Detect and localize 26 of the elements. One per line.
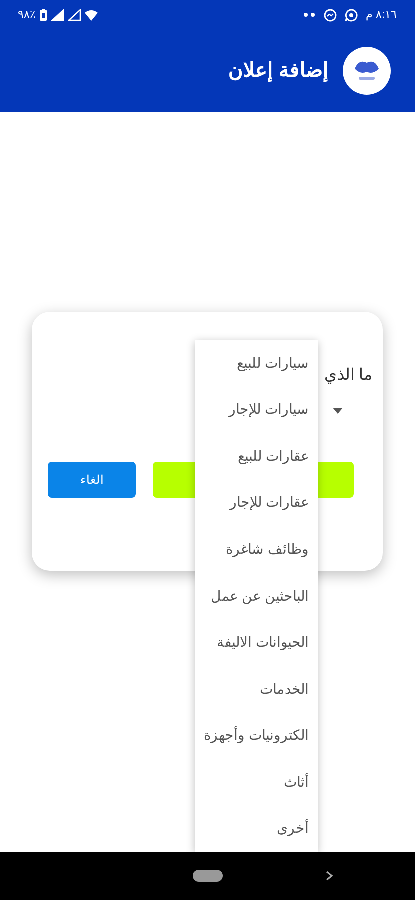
dropdown-option[interactable]: الحيوانات الاليفة bbox=[195, 619, 318, 666]
clock-time: ٨:١٦ م bbox=[366, 8, 397, 23]
wifi-icon bbox=[85, 10, 98, 20]
dropdown-option[interactable]: سيارات للإجار bbox=[195, 386, 318, 434]
chevron-right-icon[interactable] bbox=[326, 871, 333, 881]
phone-chat-icon bbox=[344, 8, 358, 22]
battery-icon bbox=[40, 9, 47, 21]
dropdown-option[interactable]: الباحثين عن عمل bbox=[195, 572, 318, 620]
dropdown-option[interactable]: وظائف شاغرة bbox=[195, 526, 318, 573]
dropdown-option[interactable]: عقارات للبيع bbox=[195, 433, 318, 480]
dropdown-option[interactable]: عقارات للإجار bbox=[195, 480, 318, 526]
question-label: ما الذي bbox=[324, 366, 373, 386]
signal-icon bbox=[68, 9, 81, 21]
dropdown-option[interactable]: سيارات للبيع bbox=[195, 340, 318, 387]
chat-icon bbox=[324, 8, 337, 22]
dropdown-option[interactable]: الكترونيات وأجهزة bbox=[195, 712, 318, 759]
signal-icon bbox=[51, 9, 64, 21]
dropdown-caret-icon[interactable] bbox=[333, 408, 343, 414]
home-handle[interactable] bbox=[193, 870, 223, 882]
cancel-button[interactable]: الغاء bbox=[48, 462, 136, 498]
dropdown-option[interactable]: الخدمات bbox=[195, 666, 318, 712]
page-title: إضافة إعلان bbox=[228, 59, 329, 84]
dropdown-option[interactable]: أخرى bbox=[195, 805, 318, 852]
more-icon bbox=[304, 13, 316, 17]
dropdown-option[interactable]: أثاث bbox=[195, 758, 318, 806]
battery-percentage: ٪٩٨ bbox=[18, 8, 36, 23]
